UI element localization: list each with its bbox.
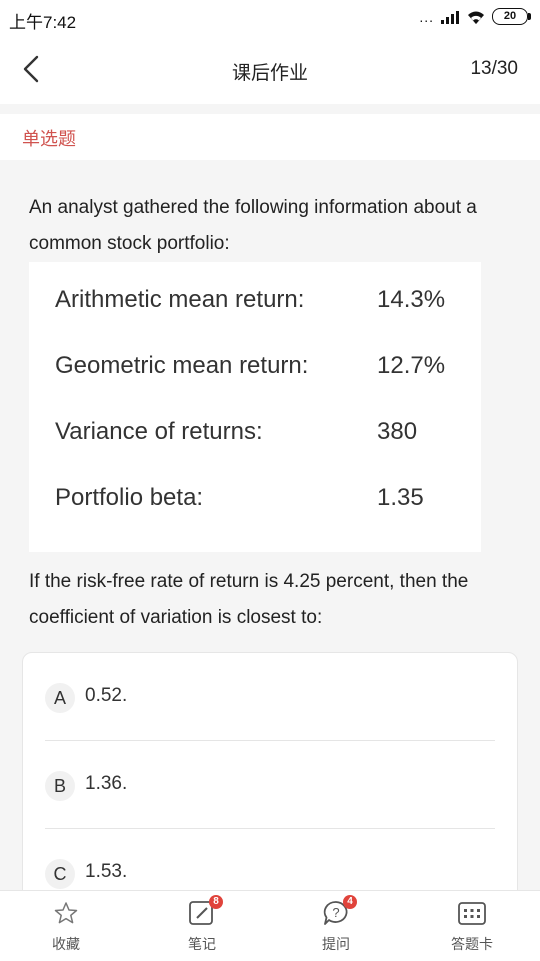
answer-options: A 0.52. B 1.36. C 1.53.: [22, 652, 518, 890]
info-table: Arithmetic mean return: 14.3% Geometric m…: [29, 262, 481, 552]
info-row: Arithmetic mean return: 14.3%: [55, 286, 445, 314]
question-bubble-icon: ? 4: [321, 895, 357, 927]
page-title: 课后作业: [231, 63, 308, 84]
status-time: 上午7:42: [9, 13, 77, 32]
tab-notes[interactable]: 8 笔记: [152, 895, 252, 957]
tab-label: 提问: [322, 936, 350, 952]
question-prompt: If the risk-free rate of return is 4.25 …: [29, 571, 469, 628]
option-letter: B: [45, 771, 75, 801]
wifi-icon: [468, 11, 484, 24]
info-value: 14.3%: [377, 286, 446, 313]
battery-icon: 20: [492, 8, 531, 25]
star-icon: [51, 899, 81, 927]
tab-label: 答题卡: [451, 936, 493, 952]
signal-icon: [441, 10, 459, 24]
info-row: Portfolio beta: 1.35: [55, 484, 424, 512]
option-b[interactable]: B 1.36.: [45, 741, 495, 829]
info-label: Geometric mean return:: [55, 352, 309, 379]
edit-note-icon: 8: [187, 895, 223, 927]
question-type-label: 单选题: [22, 129, 76, 149]
option-letter: A: [45, 683, 75, 713]
option-a[interactable]: A 0.52.: [45, 653, 495, 741]
info-label: Arithmetic mean return:: [55, 286, 305, 313]
status-dots: ...: [419, 8, 434, 25]
status-bar: 上午7:42 ... 20: [0, 0, 540, 36]
info-value: 380: [377, 418, 418, 445]
grid-card-icon: [457, 899, 487, 927]
ask-badge: 4: [343, 895, 357, 909]
tab-label: 收藏: [52, 936, 80, 952]
info-row: Geometric mean return: 12.7%: [55, 352, 445, 380]
option-text: 1.36.: [85, 773, 128, 794]
svg-text:?: ?: [332, 905, 339, 920]
status-icons: ... 20: [419, 8, 531, 25]
question-stem: An analyst gathered the following inform…: [29, 197, 477, 254]
info-label: Portfolio beta:: [55, 484, 204, 511]
tab-ask[interactable]: ? 4 提问: [286, 895, 386, 957]
info-label: Variance of returns:: [55, 418, 263, 445]
bottom-tab-bar: 收藏 8 笔记 ? 4 提问 答题卡: [0, 890, 540, 961]
info-row: Variance of returns: 380: [55, 418, 417, 446]
nav-bar: 课后作业 13/30: [0, 36, 540, 104]
question-content[interactable]: An analyst gathered the following inform…: [0, 170, 540, 890]
option-text: 0.52.: [85, 685, 128, 706]
option-c[interactable]: C 1.53.: [45, 829, 495, 890]
tab-label: 笔记: [188, 936, 216, 952]
info-value: 12.7%: [377, 352, 446, 379]
question-counter: 13/30: [470, 58, 518, 79]
question-type-bar: 单选题: [0, 114, 540, 160]
tab-favorite[interactable]: 收藏: [16, 899, 116, 957]
tab-answer-card[interactable]: 答题卡: [422, 899, 522, 957]
option-text: 1.53.: [85, 861, 128, 882]
info-value: 1.35: [377, 484, 424, 511]
option-letter: C: [45, 859, 75, 889]
notes-badge: 8: [209, 895, 223, 909]
